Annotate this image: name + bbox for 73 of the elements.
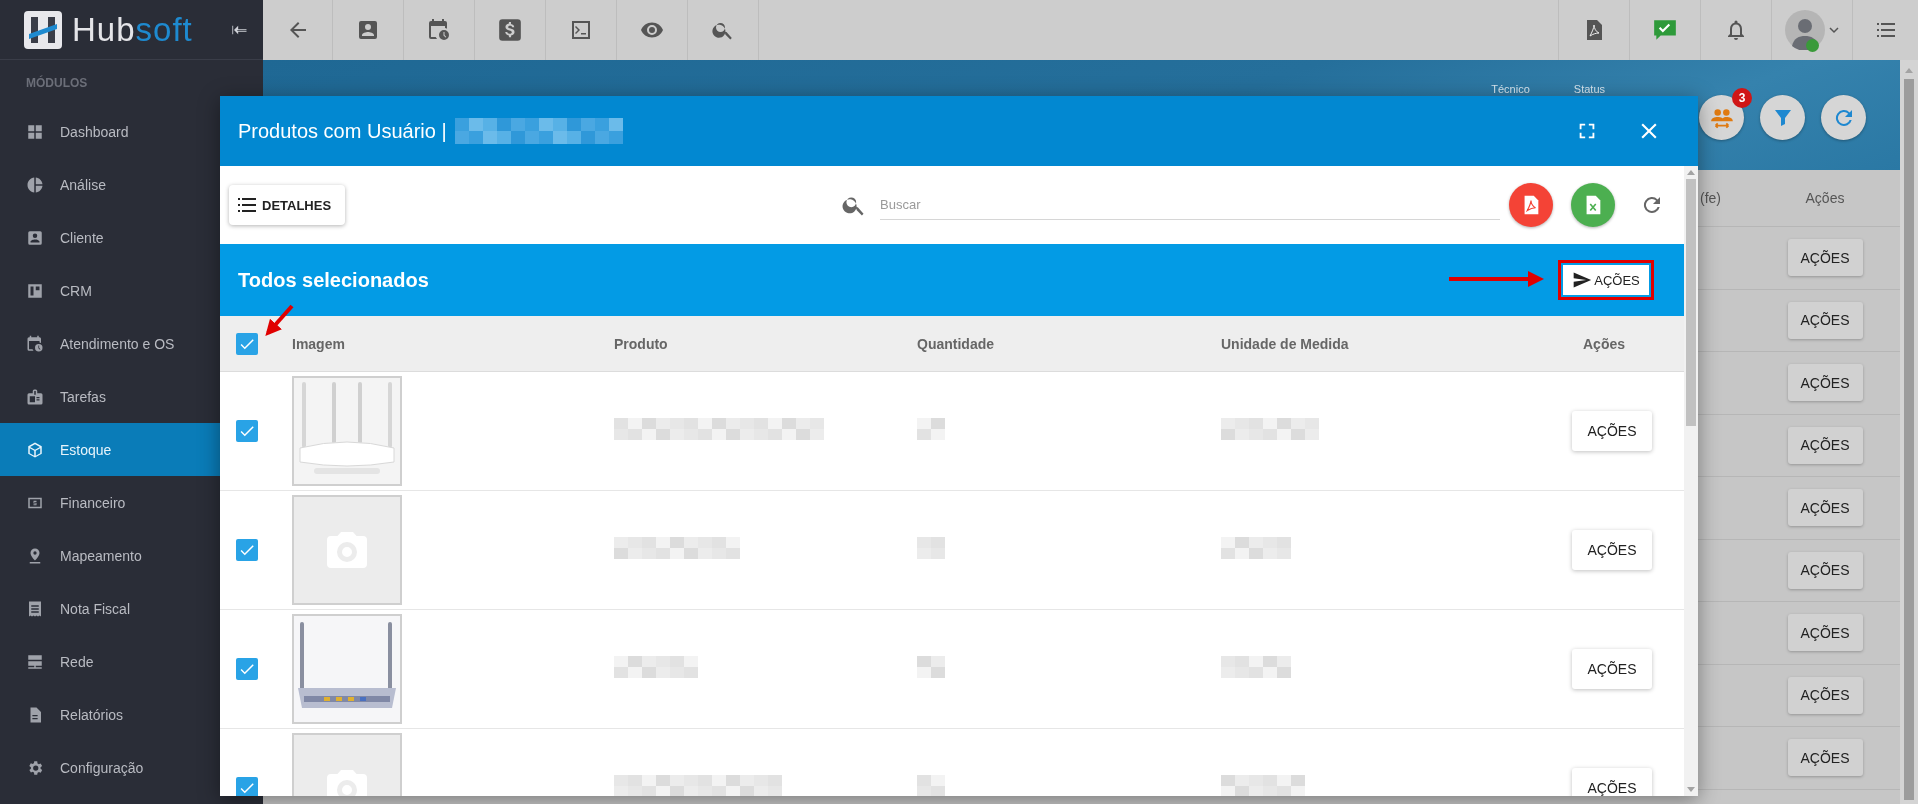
actions-button[interactable]: AÇÕES <box>1563 265 1649 295</box>
selection-title: Todos selecionados <box>238 268 429 292</box>
actions-button[interactable]: AÇÕES <box>1787 739 1863 777</box>
actions-button[interactable]: AÇÕES <box>1572 649 1652 689</box>
refresh-button[interactable] <box>1821 95 1866 140</box>
avatar-icon <box>1785 10 1825 50</box>
export-pdf-button[interactable] <box>1509 183 1553 227</box>
arrow-drawing <box>265 304 294 336</box>
person-card-icon <box>356 18 380 42</box>
server-icon <box>26 652 44 671</box>
pixelated-redaction <box>917 656 945 678</box>
actions-button[interactable]: AÇÕES <box>1572 768 1652 796</box>
chat-check-icon <box>1652 17 1678 43</box>
sidebar-item[interactable]: Relatórios <box>0 688 263 741</box>
sidebar-item[interactable]: Nota Fiscal <box>0 582 263 635</box>
export-excel-button[interactable] <box>1571 183 1615 227</box>
section-label: MÓDULOS <box>25 74 89 92</box>
pixelated-redaction <box>917 418 945 440</box>
actions-button[interactable]: AÇÕES <box>1787 364 1863 402</box>
sidebar-item[interactable]: Tarefas <box>0 370 263 423</box>
calendar-clock-icon <box>427 18 451 42</box>
sidebar-item[interactable]: Mapeamento <box>0 529 263 582</box>
actions-button[interactable]: AÇÕES <box>1787 551 1863 589</box>
checkbox[interactable] <box>236 420 258 442</box>
checkbox[interactable] <box>236 332 258 355</box>
pixelated-redaction <box>1221 537 1291 559</box>
person-card-icon <box>26 228 44 247</box>
actions-button[interactable]: AÇÕES <box>1572 411 1652 451</box>
checkbox[interactable] <box>236 658 258 680</box>
pixelated-redaction <box>1221 656 1291 678</box>
actions-button[interactable]: AÇÕES <box>1787 239 1863 277</box>
actions-button[interactable]: AÇÕES <box>1787 676 1863 714</box>
grid-icon <box>26 122 44 141</box>
logo-text: Hubsoft <box>72 10 194 49</box>
actions-button[interactable]: AÇÕES <box>1787 489 1863 527</box>
pixelated-redaction <box>917 537 945 559</box>
actions-button[interactable]: AÇÕES <box>1572 530 1652 570</box>
checkbox[interactable] <box>236 539 258 561</box>
column-header: Imagem <box>292 335 346 352</box>
logo-icon <box>24 10 62 49</box>
sidebar-item[interactable]: Rede <box>0 635 263 688</box>
dialog-title: Produtos com Usuário | <box>238 119 447 143</box>
scrollbar[interactable] <box>1684 166 1698 796</box>
column-header: Produto <box>614 335 669 352</box>
notification-badge: 3 <box>1732 88 1752 108</box>
send-icon <box>1572 270 1593 290</box>
column-header: Quantidade <box>917 335 995 352</box>
dollar-icon <box>497 17 523 43</box>
caret-icon <box>1829 25 1839 35</box>
sidebar-item[interactable]: Financeiro <box>0 476 263 529</box>
board-icon <box>26 281 44 300</box>
receipt-icon <box>26 599 44 618</box>
column-header: Unidade de Medida <box>1221 335 1350 352</box>
terminal-icon <box>569 18 593 42</box>
cube-icon <box>26 440 44 459</box>
calendar-clock-icon <box>26 334 44 353</box>
filter-label: Status <box>1573 83 1605 97</box>
column-header: Ações <box>1804 190 1846 206</box>
actions-button[interactable]: AÇÕES <box>1787 301 1863 339</box>
briefcase-icon <box>26 387 44 406</box>
sidebar-item[interactable]: Configuração <box>0 741 263 794</box>
users-button[interactable] <box>1699 95 1744 140</box>
actions-button[interactable]: AÇÕES <box>1787 426 1863 464</box>
column-header: Ações <box>1582 335 1626 352</box>
actions-button[interactable]: AÇÕES <box>1787 614 1863 652</box>
filter-button[interactable] <box>1760 95 1805 140</box>
sidebar-item[interactable]: Atendimento e OS <box>0 317 263 370</box>
column-header: (fe) <box>1700 190 1722 206</box>
checkbox[interactable] <box>236 777 258 796</box>
pie-chart-icon <box>26 175 44 194</box>
details-button[interactable]: DETALHES <box>229 185 345 225</box>
filter-label: Técnico <box>1491 83 1530 97</box>
scrollbar[interactable] <box>1900 60 1918 804</box>
